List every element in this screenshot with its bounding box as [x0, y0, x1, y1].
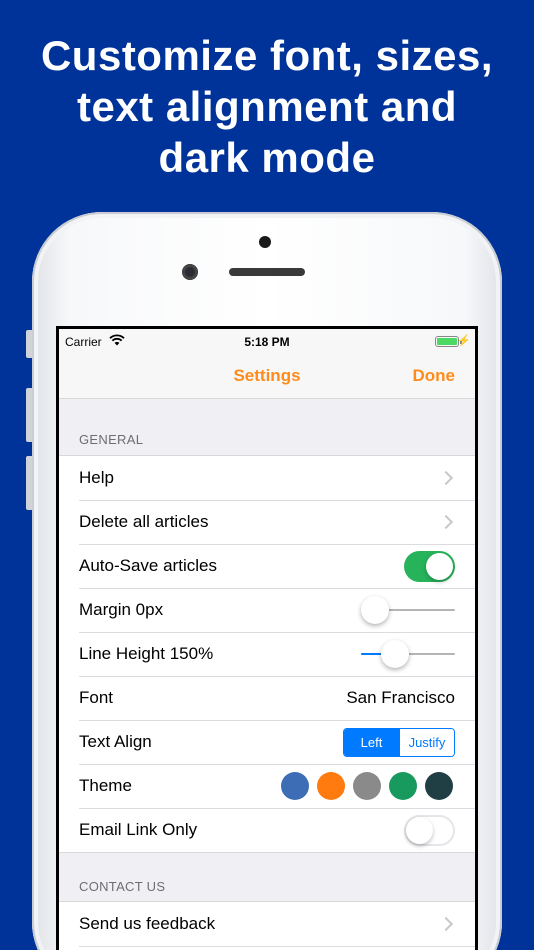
line-height-label: Line Height 150%	[79, 644, 214, 663]
chevron-right-icon	[438, 916, 454, 932]
send-feedback-row[interactable]: Send us feedback	[59, 902, 475, 946]
front-camera-icon	[182, 264, 198, 280]
status-bar: Carrier 5:18 PM ⚡	[59, 329, 475, 353]
theme-swatch-gray[interactable]	[353, 772, 381, 800]
text-align-row: Text Align Left Justify	[59, 720, 475, 764]
bolt-icon: ⚡	[457, 335, 471, 347]
margin-slider[interactable]	[361, 596, 455, 624]
font-label: Font	[79, 688, 114, 707]
done-button[interactable]: Done	[413, 366, 456, 386]
toggle-knob	[406, 816, 433, 844]
volume-up-button	[26, 388, 32, 442]
font-row[interactable]: Font San Francisco	[59, 676, 475, 720]
auto-save-row: Auto-Save articles	[59, 544, 475, 588]
settings-screen: Carrier 5:18 PM ⚡ Settings Done GENERAL	[59, 329, 475, 950]
auto-save-toggle[interactable]	[404, 550, 455, 582]
section-header-general: GENERAL	[79, 432, 144, 447]
delete-all-articles-row[interactable]: Delete all articles	[59, 500, 475, 544]
headline-line-3: dark mode	[158, 134, 376, 181]
battery-fill	[437, 338, 457, 345]
section-header-contact: CONTACT US	[79, 879, 166, 894]
align-justify-segment[interactable]: Justify	[399, 728, 454, 756]
help-row[interactable]: Help	[59, 456, 475, 500]
theme-swatch-dark-teal[interactable]	[425, 772, 453, 800]
toggle-knob	[426, 552, 453, 580]
chevron-right-icon	[438, 514, 454, 530]
battery-icon	[435, 336, 462, 347]
volume-down-button	[26, 456, 32, 510]
slider-knob[interactable]	[380, 640, 409, 668]
theme-label: Theme	[79, 776, 132, 795]
email-link-only-toggle[interactable]	[404, 814, 455, 846]
slider-knob[interactable]	[361, 596, 389, 624]
line-height-slider[interactable]	[361, 640, 455, 668]
headline: Customize font, sizes, text alignment an…	[0, 30, 534, 183]
align-left-segment[interactable]: Left	[344, 728, 399, 756]
screen: Carrier 5:18 PM ⚡ Settings Done GENERAL	[56, 326, 478, 950]
margin-row: Margin 0px	[59, 588, 475, 632]
font-value: San Francisco	[346, 688, 455, 707]
chevron-right-icon	[438, 470, 454, 486]
theme-swatch-green[interactable]	[389, 772, 417, 800]
navigation-bar: Settings Done	[59, 353, 475, 399]
delete-all-articles-label: Delete all articles	[79, 512, 209, 531]
theme-swatch-blue[interactable]	[281, 772, 309, 800]
auto-save-label: Auto-Save articles	[79, 556, 217, 575]
headline-line-2: text alignment and	[76, 83, 458, 130]
clock: 5:18 PM	[244, 335, 290, 349]
earpiece-speaker	[229, 268, 305, 276]
email-link-only-row: Email Link Only	[59, 808, 475, 852]
help-label: Help	[79, 468, 114, 487]
send-feedback-label: Send us feedback	[79, 914, 216, 933]
text-align-label: Text Align	[79, 732, 152, 751]
email-link-only-label: Email Link Only	[79, 820, 198, 839]
margin-label: Margin 0px	[79, 600, 164, 619]
line-height-row: Line Height 150%	[59, 632, 475, 676]
theme-swatches	[281, 772, 453, 800]
mute-switch	[26, 330, 32, 358]
contact-group: Send us feedback	[59, 901, 475, 950]
text-align-segmented-control: Left Justify	[343, 727, 455, 757]
list-item[interactable]	[59, 946, 475, 950]
proximity-sensor	[259, 236, 271, 248]
general-settings-group: Help Delete all articles Auto-Save artic…	[59, 455, 475, 853]
headline-line-1: Customize font, sizes,	[40, 32, 494, 79]
phone-frame: Carrier 5:18 PM ⚡ Settings Done GENERAL	[26, 212, 502, 950]
theme-row: Theme	[59, 764, 475, 808]
theme-swatch-orange[interactable]	[317, 772, 345, 800]
